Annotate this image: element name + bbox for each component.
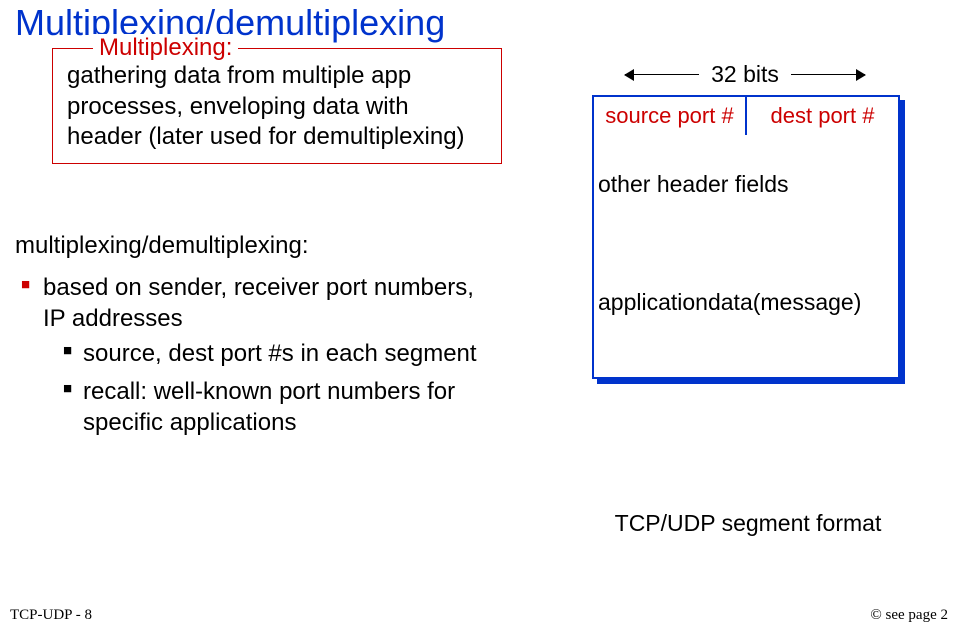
sub-bullet-text: source, dest port #s in each segment [83, 340, 477, 367]
mux-demux-heading: multiplexing/demultiplexing: [15, 232, 308, 260]
mux-box-legend: Multiplexing: [93, 34, 238, 62]
app-data-line2: data [708, 288, 753, 317]
segment-caption: TCP/UDP segment format [598, 510, 898, 537]
bullet-list: based on sender, receiver port numbers, … [15, 272, 485, 444]
bullet-item: based on sender, receiver port numbers, … [15, 272, 485, 438]
bits-width-indicator: 32 bits [625, 61, 865, 88]
other-header-fields-cell: other header fields [592, 135, 900, 250]
segment-port-row: source port # dest port # [592, 95, 900, 137]
footer-copyright: © see page 2 [870, 607, 948, 624]
arrow-right-icon [791, 74, 865, 76]
application-data-cell: application data (message) [592, 248, 900, 379]
bullet-text: based on sender, receiver port numbers, … [43, 274, 474, 332]
multiplexing-definition-box: Multiplexing: gathering data from multip… [52, 48, 502, 164]
app-data-line3: (message) [753, 288, 862, 317]
sub-bullet-text: recall: well-known port numbers for spec… [83, 378, 455, 436]
source-port-cell: source port # [594, 97, 747, 135]
app-data-line1: application [598, 288, 708, 317]
segment-diagram: source port # dest port # other header f… [592, 95, 900, 379]
bits-label: 32 bits [699, 61, 791, 88]
mux-box-body: gathering data from multiple app process… [67, 61, 487, 153]
footer-page-ref: TCP-UDP - 8 [10, 607, 92, 624]
dest-port-cell: dest port # [747, 97, 898, 135]
sub-bullet-item: recall: well-known port numbers for spec… [43, 376, 485, 438]
arrow-left-icon [625, 74, 699, 76]
sub-bullet-list: source, dest port #s in each segment rec… [43, 338, 485, 438]
sub-bullet-item: source, dest port #s in each segment [43, 338, 485, 369]
